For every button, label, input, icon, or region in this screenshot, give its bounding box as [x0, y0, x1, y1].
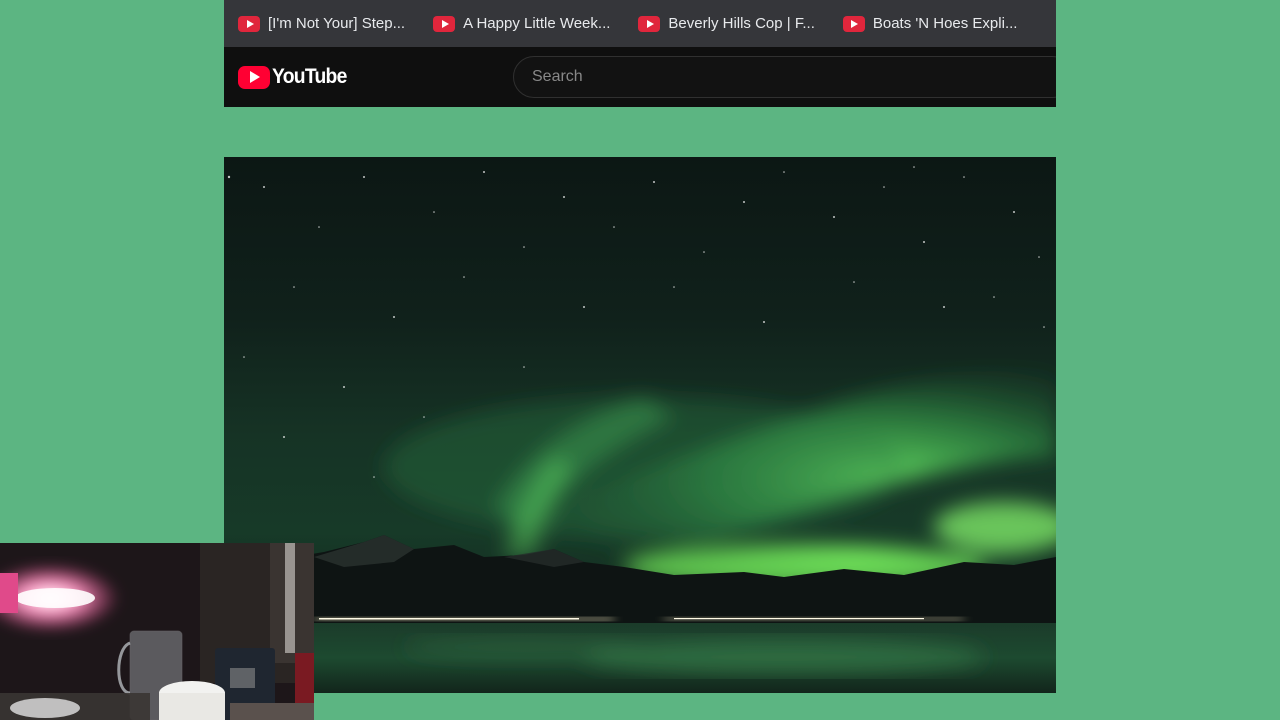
youtube-icon	[433, 15, 456, 32]
youtube-icon	[638, 15, 661, 32]
search-box[interactable]	[513, 56, 1056, 98]
bookmark-label: [I'm Not Your] Step...	[268, 15, 406, 32]
youtube-icon	[238, 15, 260, 32]
bookmark-item[interactable]: Boats 'N Hoes Expli...	[829, 8, 1032, 40]
bookmark-label: A Happy Little Week...	[463, 15, 611, 32]
youtube-logo[interactable]: YouTube	[238, 65, 353, 89]
bookmark-label: Boats 'N Hoes Expli...	[872, 15, 1018, 32]
youtube-icon	[842, 15, 865, 32]
youtube-wordmark: YouTube	[272, 65, 347, 88]
bookmark-item[interactable]: A Happy Little Week...	[419, 8, 624, 40]
youtube-play-icon	[238, 65, 270, 89]
youtube-masthead: YouTube	[224, 47, 1056, 107]
bookmark-label: Beverly Hills Cop | F...	[668, 15, 815, 32]
search-input[interactable]	[530, 67, 934, 87]
bookmark-item[interactable]: [I'm Not Your] Step...	[224, 8, 419, 40]
webcam-overlay	[0, 543, 314, 720]
bookmarks-bar: [I'm Not Your] Step... A Happy Little We…	[224, 0, 1056, 47]
webcam-desk-image	[0, 543, 314, 720]
video-player[interactable]	[224, 157, 1056, 693]
browser-window: [I'm Not Your] Step... A Happy Little We…	[224, 0, 1056, 107]
aurora-landscape-image	[224, 166, 1056, 693]
bookmark-item[interactable]: Beverly Hills Cop | F...	[624, 8, 828, 40]
